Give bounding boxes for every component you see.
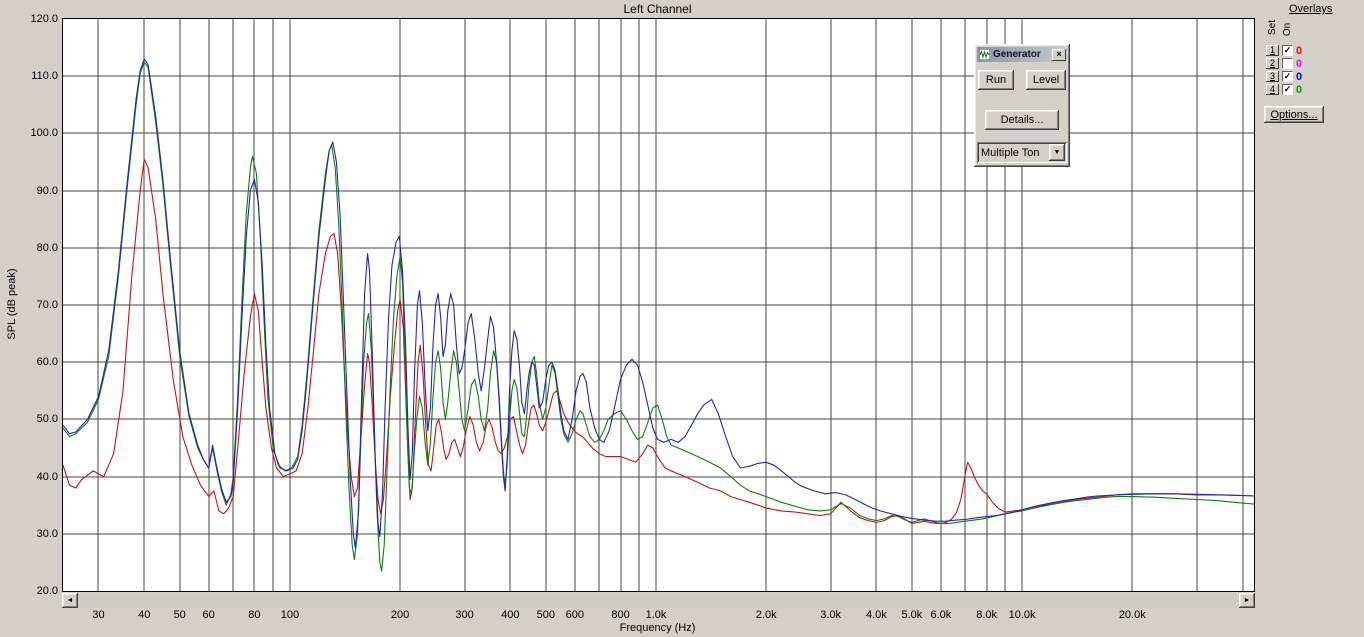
y-tick-label: 90.0 — [36, 184, 58, 197]
overlays-title[interactable]: Overlays — [1289, 3, 1332, 15]
x-axis-title: Frequency (Hz) — [619, 622, 696, 634]
overlay-value: 0 — [1296, 70, 1303, 83]
overlay-rows: 1 ✓ 0 2 0 3 ✓ 0 4 ✓ 0 — [1266, 44, 1302, 96]
overlay-row: 4 ✓ 0 — [1266, 83, 1302, 96]
x-tick-label: 600 — [565, 609, 584, 621]
y-tick-label: 40.0 — [36, 470, 58, 483]
overlay-on-checkbox[interactable]: ✓ — [1282, 45, 1293, 56]
overlay-value: 0 — [1296, 57, 1303, 70]
x-tick-label: 1.0k — [645, 609, 667, 621]
overlays-col-on-label: On — [1282, 22, 1294, 37]
generator-title: Generator — [993, 49, 1041, 60]
overlays-panel: Overlays Set On 1 ✓ 0 2 0 3 ✓ 0 4 ✓ 0 Options... — [1260, 0, 1364, 140]
x-tick-label: 6.0k — [930, 609, 952, 621]
overlay-row: 20 — [1266, 57, 1302, 70]
close-icon[interactable]: × — [1052, 48, 1066, 61]
x-tick-label: 100 — [280, 609, 300, 621]
scroll-left-button[interactable]: ◄ — [62, 593, 78, 608]
level-button[interactable]: Level — [1026, 70, 1066, 90]
right-arrow-icon: ► — [1243, 597, 1251, 604]
overlay-value: 0 — [1296, 83, 1303, 96]
overlay-row: 1 ✓ 0 — [1266, 44, 1302, 57]
generator-titlebar[interactable]: Generator × — [977, 47, 1067, 62]
overlay-set-button[interactable]: 3 — [1266, 71, 1279, 82]
scrollbar-track[interactable] — [78, 593, 1239, 608]
x-tick-label: 3.0k — [820, 609, 842, 621]
plot-area — [62, 18, 1255, 592]
y-tick-label: 80.0 — [36, 241, 58, 254]
spl-chart-canvas — [63, 19, 1254, 591]
h-scrollbar[interactable]: ◄ ► — [62, 593, 1255, 608]
options-button[interactable]: Options... — [1264, 106, 1324, 123]
x-tick-label: 20.0k — [1118, 609, 1146, 621]
waveform-icon — [979, 49, 990, 60]
y-tick-label: 50.0 — [36, 413, 58, 426]
overlay-set-button[interactable]: 2 — [1266, 58, 1279, 69]
overlay-on-checkbox[interactable]: ✓ — [1282, 71, 1293, 82]
overlay-row: 3 ✓ 0 — [1266, 70, 1302, 83]
y-tick-label: 100.0 — [30, 127, 58, 140]
x-tick-label: 30 — [92, 609, 105, 621]
y-tick-label: 30.0 — [36, 527, 58, 540]
x-tick-label: 300 — [455, 609, 474, 621]
overlay-on-checkbox[interactable] — [1282, 58, 1293, 69]
x-tick-label: 2.0k — [755, 609, 777, 621]
scroll-right-button[interactable]: ► — [1239, 593, 1255, 608]
generator-button-row: Run Level — [978, 70, 1066, 90]
trace-overlay-1-red — [63, 158, 1254, 525]
y-tick-label: 60.0 — [36, 356, 58, 369]
overlay-value: 0 — [1296, 44, 1303, 57]
y-tick-label: 20.0 — [36, 585, 58, 597]
overlay-on-checkbox[interactable]: ✓ — [1282, 84, 1293, 95]
left-arrow-icon: ◄ — [66, 597, 74, 604]
x-tick-label: 10.0k — [1008, 609, 1036, 621]
x-tick-label: 60 — [202, 609, 215, 621]
y-tick-label: 110.0 — [31, 70, 58, 83]
signal-type-value: Multiple Ton — [981, 146, 1040, 159]
app-window: Left Channel SPL (dB peak) 120.0 110.0 100… — [0, 0, 1364, 637]
overlay-set-button[interactable]: 4 — [1266, 84, 1279, 95]
details-button[interactable]: Details... — [985, 110, 1059, 130]
y-tick-label: 70.0 — [36, 299, 58, 311]
chart-title: Left Channel — [623, 2, 692, 16]
generator-dialog: Generator × Run Level Details... Multipl… — [974, 44, 1070, 167]
run-button[interactable]: Run — [978, 70, 1014, 90]
overlays-col-set-label: Set — [1267, 19, 1279, 36]
y-tick-label: 120.0 — [30, 13, 58, 25]
x-tick-label: 200 — [390, 609, 410, 621]
signal-type-select[interactable]: Multiple Ton ▼ — [977, 142, 1067, 163]
dropdown-arrow-icon[interactable]: ▼ — [1049, 144, 1065, 161]
overlay-set-button[interactable]: 1 — [1266, 45, 1279, 56]
